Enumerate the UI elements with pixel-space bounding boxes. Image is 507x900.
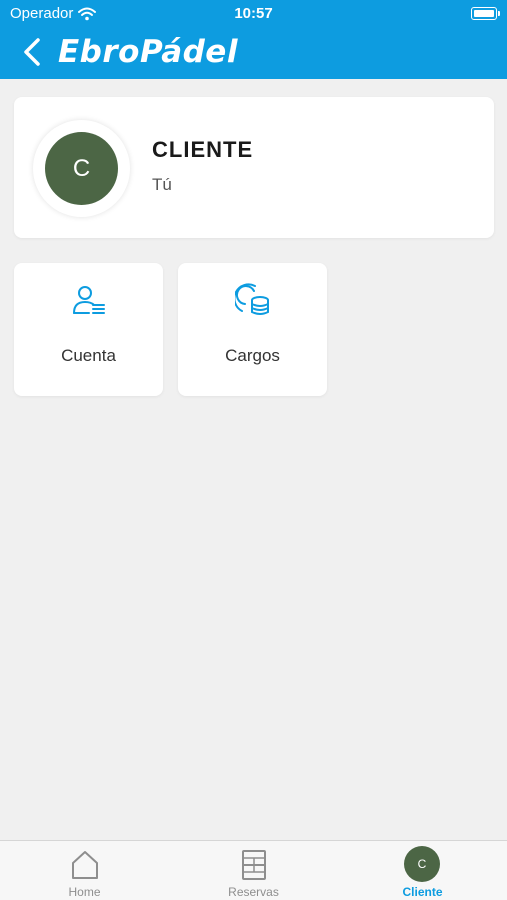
profile-subtitle: Tú [152, 175, 172, 194]
status-bar: Operador 10:57 [0, 0, 507, 28]
tab-home[interactable]: Home [0, 841, 169, 900]
app-header: Operador 10:57 EbroPádel [0, 0, 507, 79]
tab-client-label: Cliente [402, 885, 443, 899]
court-icon [242, 850, 266, 880]
avatar: C [45, 132, 118, 205]
status-time: 10:57 [234, 5, 273, 22]
charges-tile[interactable]: Cargos [178, 263, 327, 396]
tab-client[interactable]: C Cliente [338, 841, 507, 900]
account-card-icon [73, 286, 105, 314]
nav-bar: EbroPádel [0, 28, 507, 79]
home-icon [72, 851, 98, 879]
profile-card: C CLIENTE Tú [14, 97, 494, 238]
profile-name: CLIENTE [152, 137, 254, 162]
tab-home-label: Home [68, 885, 101, 899]
charges-tile-label: Cargos [225, 346, 280, 365]
tab-bar: Home Reservas C Cliente [0, 840, 507, 900]
battery-icon [471, 7, 500, 20]
back-button[interactable] [18, 34, 48, 70]
tab-client-avatar: C [404, 846, 440, 882]
avatar-frame: C [33, 120, 130, 217]
account-tile-label: Cuenta [61, 346, 116, 365]
coins-icon [235, 283, 269, 315]
account-tile[interactable]: Cuenta [14, 263, 163, 396]
tab-reservations-label: Reservas [228, 885, 279, 899]
app-logo: EbroPádel [58, 34, 238, 70]
tab-reservations[interactable]: Reservas [169, 841, 338, 900]
